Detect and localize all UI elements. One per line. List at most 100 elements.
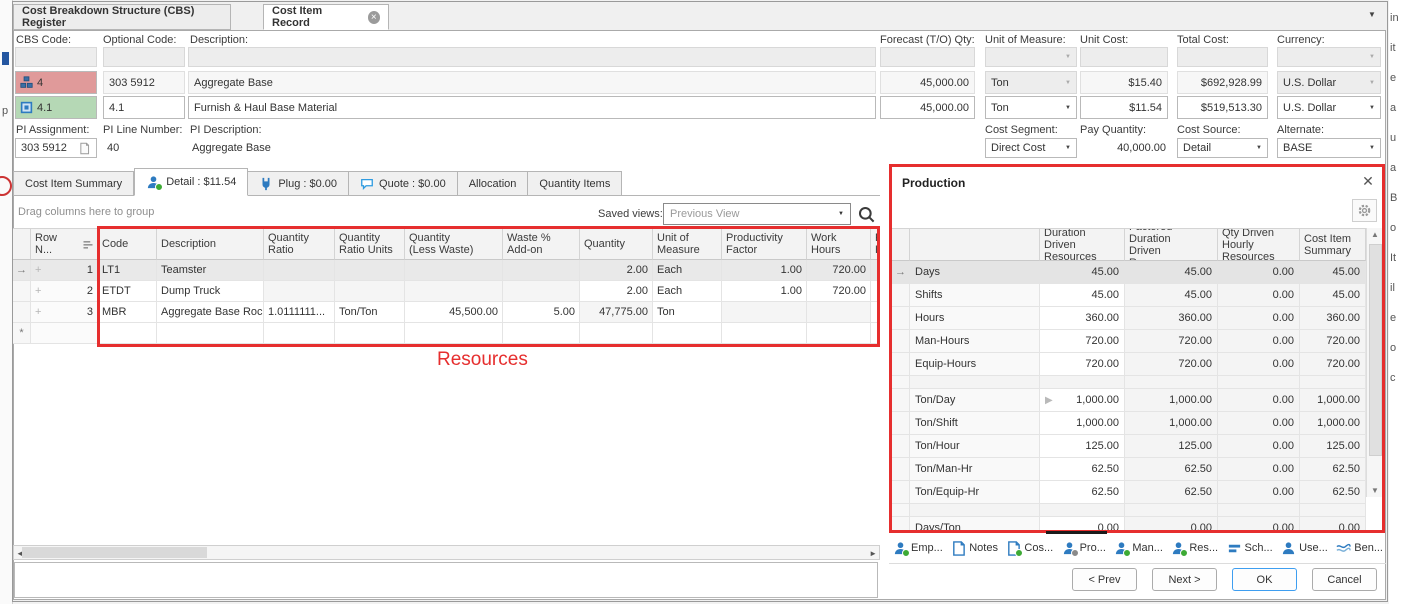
cell-work-hours[interactable] [807, 302, 871, 323]
expand-icon[interactable]: + [35, 285, 41, 297]
column-header-code[interactable]: Code [98, 228, 157, 260]
cell-qty-ratio-units[interactable] [335, 260, 405, 281]
column-header-quantity[interactable]: Quantity [580, 228, 653, 260]
cell-quantity[interactable]: 2.00 [580, 281, 653, 302]
cell-productivity-factor[interactable]: 1.00 [722, 260, 807, 281]
employments-button[interactable]: Emp... [893, 541, 943, 556]
tab-plug[interactable]: Plug : $0.00 [248, 171, 349, 196]
document-icon[interactable] [78, 142, 91, 155]
cost-segment-dropdown[interactable]: Direct Cost▼ [985, 138, 1077, 158]
item-cbs-code-cell[interactable]: 4.1 [15, 96, 97, 119]
notes-button[interactable]: Notes [951, 541, 998, 556]
item-uom-dropdown[interactable]: Ton▼ [985, 96, 1077, 119]
vertical-scrollbar[interactable]: ▲ ▼ [1366, 228, 1382, 497]
search-views-button[interactable] [855, 203, 877, 225]
saved-views-dropdown[interactable]: Previous View ▼ [663, 203, 851, 225]
cell-qty-less-waste[interactable] [405, 260, 503, 281]
column-header-quantity-ratio[interactable]: QuantityRatio [264, 228, 335, 260]
cell-work-hours[interactable]: 720.00 [807, 260, 871, 281]
parent-cbs-code-cell[interactable]: 4 [15, 71, 97, 94]
parent-forecast-qty-field[interactable]: 45,000.00 [880, 71, 975, 94]
scroll-right-icon[interactable]: ► [869, 549, 877, 558]
cell-work-hours[interactable]: 720.00 [807, 281, 871, 302]
column-header-duration-driven[interactable]: Duration DrivenResources [1040, 228, 1125, 261]
tab-overflow-chevron-icon[interactable]: ▼ [1368, 10, 1376, 19]
parent-total-cost-field[interactable]: $692,928.99 [1177, 71, 1268, 94]
cell-qty-ratio[interactable] [264, 260, 335, 281]
column-header-cost-item-summary[interactable]: Cost ItemSummary [1300, 228, 1366, 261]
cell-qty-ratio-units[interactable]: Ton/Ton [335, 302, 405, 323]
cell-quantity[interactable]: 47,775.00 [580, 302, 653, 323]
parent-uom-dropdown[interactable]: Ton▼ [985, 71, 1077, 94]
item-unit-cost-input[interactable]: $11.54 [1080, 96, 1168, 119]
cell-waste-pct[interactable] [503, 281, 580, 302]
column-header-quantity-less-waste[interactable]: Quantity(Less Waste) [405, 228, 503, 260]
scroll-up-icon[interactable]: ▲ [1367, 230, 1383, 239]
cell-qty-ratio[interactable]: 1.0111111... [264, 302, 335, 323]
resources-button[interactable]: Res... [1171, 541, 1218, 556]
cell-uom[interactable]: Each [653, 260, 722, 281]
cell-code[interactable]: LT1 [98, 260, 157, 281]
column-header-unit-of-measure[interactable]: Unit ofMeasure [653, 228, 722, 260]
column-header-factored-duration[interactable]: Factored DurationDriven Resources [1125, 228, 1218, 261]
item-currency-dropdown[interactable]: U.S. Dollar▼ [1277, 96, 1381, 119]
cell-quantity[interactable]: 2.00 [580, 260, 653, 281]
benchmark-button[interactable]: Ben... [1336, 541, 1383, 556]
cell-description[interactable]: Teamster [157, 260, 264, 281]
pi-assignment-field[interactable]: 303 5912 [15, 138, 97, 158]
parent-description-field[interactable]: Aggregate Base [188, 71, 876, 94]
scrollbar-thumb[interactable] [1369, 244, 1382, 456]
cell-code[interactable]: ETDT [98, 281, 157, 302]
expand-icon[interactable]: + [35, 264, 41, 276]
cell-uom[interactable]: Each [653, 281, 722, 302]
user-button[interactable]: Use... [1281, 541, 1328, 556]
expand-icon[interactable]: + [35, 306, 41, 318]
cell-code[interactable]: MBR [98, 302, 157, 323]
close-tab-icon[interactable]: × [368, 11, 380, 24]
cancel-button[interactable]: Cancel [1312, 568, 1377, 591]
column-header-productivity-factor[interactable]: ProductivityFactor [722, 228, 807, 260]
horizontal-scrollbar[interactable]: ◄ ► [13, 545, 880, 560]
item-description-input[interactable]: Furnish & Haul Base Material [188, 96, 876, 119]
scroll-down-icon[interactable]: ▼ [1367, 486, 1383, 495]
column-header-work-hours[interactable]: WorkHours [807, 228, 871, 260]
production-button[interactable]: Pro... [1062, 541, 1106, 556]
cell-waste-pct[interactable]: 5.00 [503, 302, 580, 323]
close-icon[interactable]: ✕ [1360, 173, 1376, 190]
cell-productivity-factor[interactable]: 1.00 [722, 281, 807, 302]
settings-button[interactable] [1352, 199, 1377, 222]
tab-cost-item-summary[interactable]: Cost Item Summary [13, 171, 134, 196]
column-header-row-number[interactable]: RowN... [31, 228, 98, 260]
column-header-description[interactable]: Description [157, 228, 264, 260]
cell-description[interactable]: Aggregate Base Rock [157, 302, 264, 323]
cell-qty-less-waste[interactable] [405, 281, 503, 302]
cell-qty-ratio[interactable] [264, 281, 335, 302]
alternate-dropdown[interactable]: BASE▼ [1277, 138, 1381, 158]
scrollbar-thumb[interactable] [22, 547, 207, 558]
item-total-cost-input[interactable]: $519,513.30 [1177, 96, 1268, 119]
cell-uom[interactable]: Ton [653, 302, 722, 323]
prev-button[interactable]: < Prev [1072, 568, 1137, 591]
tab-detail[interactable]: Detail : $11.54 [134, 168, 248, 196]
manpower-button[interactable]: Man... [1114, 541, 1163, 556]
cell-productivity-factor[interactable] [722, 302, 807, 323]
item-optional-code-input[interactable]: 4.1 [103, 96, 185, 119]
cost-source-dropdown[interactable]: Detail▼ [1177, 138, 1268, 158]
cell-qty-less-waste[interactable]: 45,500.00 [405, 302, 503, 323]
tab-cbs-register[interactable]: Cost Breakdown Structure (CBS) Register [13, 4, 231, 30]
cell-description[interactable]: Dump Truck [157, 281, 264, 302]
cell-qty-ratio-units[interactable] [335, 281, 405, 302]
item-forecast-qty-input[interactable]: 45,000.00 [880, 96, 975, 119]
tab-allocation[interactable]: Allocation [458, 171, 529, 196]
tab-cost-item-record[interactable]: Cost Item Record × [263, 4, 389, 30]
next-button[interactable]: Next > [1152, 568, 1217, 591]
cost-button[interactable]: Cos... [1006, 541, 1053, 556]
column-header-waste-addon[interactable]: Waste %Add-on [503, 228, 580, 260]
tab-quote[interactable]: Quote : $0.00 [349, 171, 458, 196]
column-header-qty-driven[interactable]: Qty DrivenHourly Resources [1218, 228, 1300, 261]
column-header-quantity-ratio-units[interactable]: QuantityRatio Units [335, 228, 405, 260]
parent-optional-code-field[interactable]: 303 5912 [103, 71, 185, 94]
parent-unit-cost-field[interactable]: $15.40 [1080, 71, 1168, 94]
cell-waste-pct[interactable] [503, 260, 580, 281]
tab-quantity-items[interactable]: Quantity Items [528, 171, 622, 196]
